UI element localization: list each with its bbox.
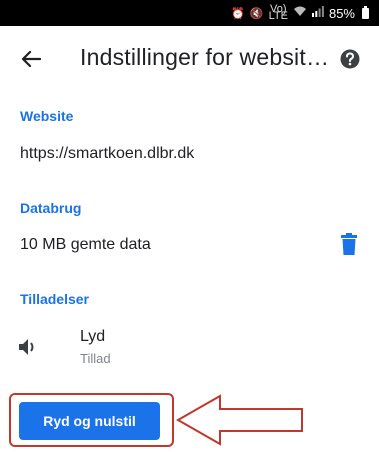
help-circle-icon — [340, 49, 360, 69]
battery-percent: 85% — [328, 5, 355, 21]
site-settings-screen: ⏰ 🔇 Vo) LTE 85% Indstillinger for websit… — [0, 0, 379, 452]
page-title: Indstillinger for websit… — [80, 44, 330, 70]
permission-value: Tillad — [80, 351, 111, 366]
trash-icon — [341, 233, 357, 255]
website-section-label: Website — [20, 108, 74, 124]
battery-icon — [362, 5, 369, 19]
arrow-back-icon — [21, 50, 41, 68]
signal-icon — [311, 6, 324, 20]
data-usage-value: 10 MB gemte data — [20, 236, 151, 253]
annotation-arrow-icon — [176, 394, 303, 446]
permission-item-sound[interactable]: Lyd Tillad — [0, 324, 379, 374]
website-url: https://smartkoen.dlbr.dk — [20, 145, 195, 162]
mute-icon: 🔇 — [249, 7, 264, 20]
alarm-icon: ⏰ — [231, 7, 245, 20]
reset-button[interactable]: Ryd og nulstil — [19, 402, 160, 440]
lte-icon: Vo) LTE — [268, 3, 288, 22]
back-button[interactable] — [18, 46, 44, 72]
permissions-section-label: Tilladelser — [20, 291, 90, 307]
permission-name: Lyd — [80, 328, 106, 345]
delete-data-button[interactable] — [341, 233, 361, 257]
data-usage-section-label: Databrug — [20, 200, 82, 216]
status-bar: ⏰ 🔇 Vo) LTE 85% — [0, 0, 379, 26]
help-button[interactable] — [339, 48, 361, 70]
app-bar: Indstillinger for websit… — [0, 26, 379, 92]
wifi-icon — [293, 6, 307, 20]
volume-icon — [18, 337, 40, 357]
